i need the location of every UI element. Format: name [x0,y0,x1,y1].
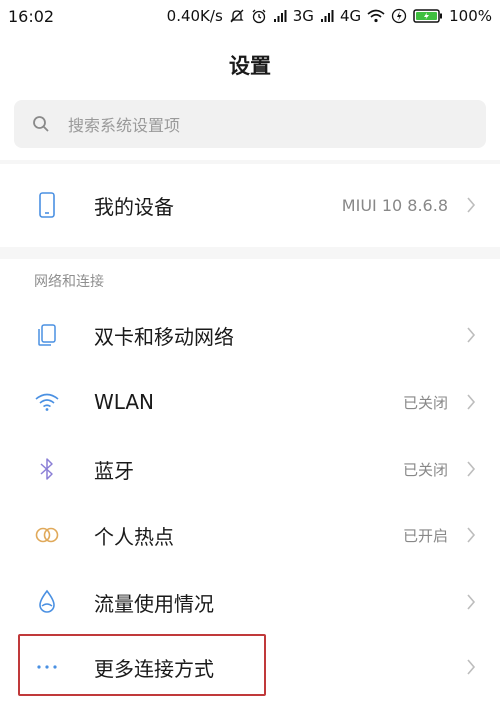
data-usage-label: 流量使用情况 [94,591,214,616]
wifi-icon [34,389,60,415]
network-speed: 0.40K/s [166,7,223,25]
alarm-icon [252,9,266,24]
signal-icon-1 [273,10,287,22]
dual-sim-label: 双卡和移动网络 [94,324,234,349]
bluetooth-row[interactable]: 蓝牙 已关闭 [0,436,500,502]
chevron-right-icon [467,394,476,410]
data-usage-icon [34,589,60,615]
search-bar[interactable]: 搜索系统设置项 [14,100,486,148]
status-bar: 16:02 0.40K/s 3G 4G 100% [0,0,500,32]
chevron-right-icon [467,659,476,675]
data-saver-icon [391,8,407,24]
dual-sim-row[interactable]: 双卡和移动网络 [0,302,500,368]
search-placeholder: 搜索系统设置项 [68,116,181,135]
bluetooth-icon [34,456,60,482]
data-usage-row[interactable]: 流量使用情况 [0,569,500,635]
hotspot-row[interactable]: 个人热点 已开启 [0,502,500,568]
my-device-version: MIUI 10 8.6.8 [341,195,448,215]
chevron-right-icon [467,327,476,343]
signal-icon-2 [320,10,334,22]
sim-card-icon [34,322,60,348]
wifi-status-icon [367,9,385,23]
chevron-right-icon [467,527,476,543]
battery-icon [413,8,443,24]
status-time: 16:02 [8,6,55,26]
section-divider [0,160,500,164]
network-type-2: 4G [339,7,362,25]
hotspot-label: 个人热点 [94,524,174,549]
hotspot-icon [34,522,60,548]
bluetooth-status: 已关闭 [402,460,448,479]
chevron-right-icon [467,461,476,477]
highlight-annotation-box [18,634,266,696]
status-indicators: 0.40K/s 3G 4G 100% [167,7,492,25]
bluetooth-label: 蓝牙 [94,458,134,483]
my-device-label: 我的设备 [94,194,174,219]
wlan-status: 已关闭 [402,393,448,412]
battery-percent: 100% [449,7,492,25]
wlan-label: WLAN [94,390,155,414]
chevron-right-icon [467,594,476,610]
section-header-network: 网络和连接 [34,274,104,290]
mute-icon [230,9,244,23]
hotspot-status: 已开启 [402,526,448,545]
section-divider [0,247,500,259]
page-title: 设置 [229,54,271,78]
wlan-row[interactable]: WLAN 已关闭 [0,369,500,435]
network-type-1: 3G [292,7,314,25]
chevron-right-icon [467,197,476,213]
phone-icon [34,192,60,218]
search-icon [33,116,49,132]
my-device-row[interactable]: 我的设备 MIUI 10 8.6.8 [0,172,500,238]
